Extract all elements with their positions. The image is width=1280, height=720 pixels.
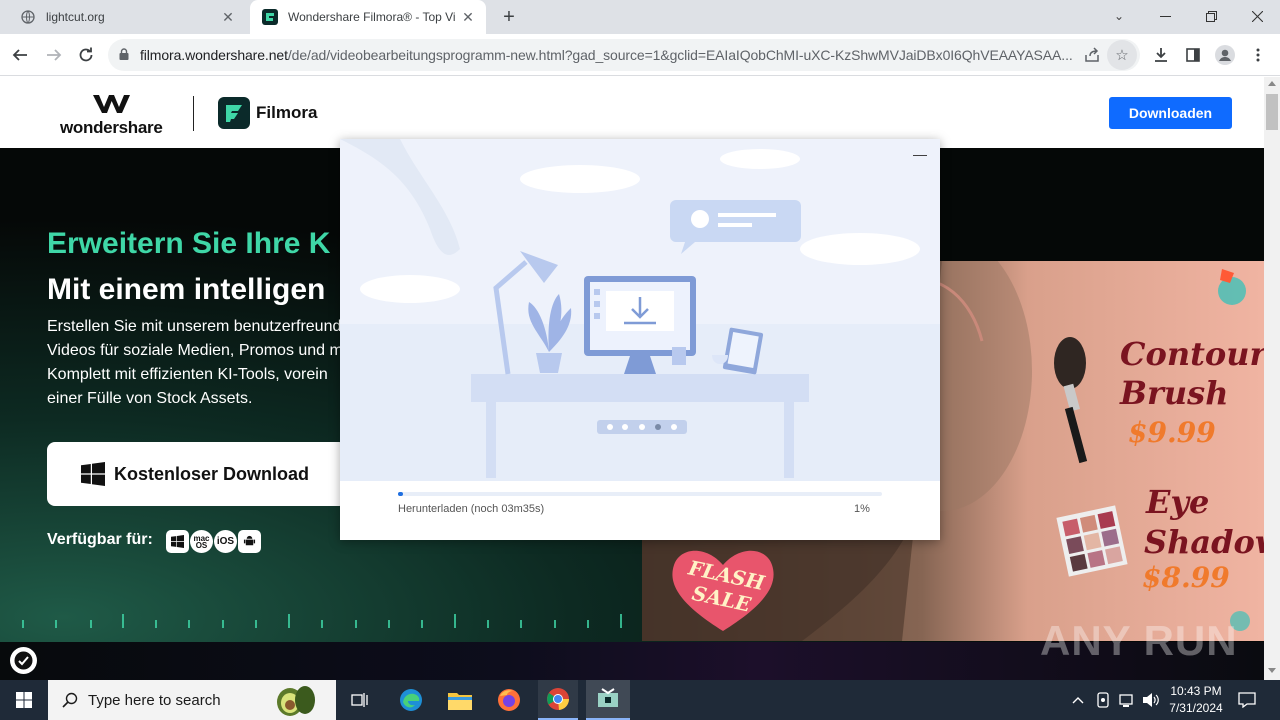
ad-eye-label: Eye <box>1146 483 1210 521</box>
url-text: filmora.wondershare.net/de/ad/videobearb… <box>140 47 1077 63</box>
hero-heading-white: Mit einem intelligen <box>47 273 326 306</box>
back-icon[interactable] <box>6 41 34 69</box>
download-status-text: Herunterladen (noch 03m35s) <box>398 503 545 515</box>
filmora-logo[interactable]: Filmora <box>218 97 317 129</box>
tab-lightcut[interactable]: lightcut.org ✕ <box>8 0 246 34</box>
platform-icons: mac OS iOS <box>166 530 261 553</box>
scroll-down-icon[interactable] <box>1268 668 1276 673</box>
url-host: filmora.wondershare.net <box>140 47 288 63</box>
header-download-button[interactable]: Downloaden <box>1109 97 1232 129</box>
taskbar-clock[interactable]: 10:43 PM 7/31/2024 <box>1166 683 1226 717</box>
macos-icon[interactable]: mac OS <box>190 530 213 553</box>
windows-logo-icon <box>81 462 105 486</box>
url-path: /de/ad/videobearbeitungsprogramm-new.htm… <box>287 47 1073 63</box>
wondershare-logo-icon <box>93 95 130 113</box>
tab-strip: lightcut.org ✕ Wondershare Filmora® - To… <box>0 0 1280 34</box>
ad-contour-label: Contour <box>1120 335 1264 373</box>
hero-body-line: Videos für soziale Medien, Promos und m <box>47 342 343 359</box>
globe-icon <box>20 9 36 25</box>
progress-fill <box>398 492 403 496</box>
search-placeholder: Type here to search <box>88 691 221 709</box>
menu-kebab-icon[interactable] <box>1244 41 1272 69</box>
notification-center-icon[interactable] <box>1234 680 1260 720</box>
hero-heading-green: Erweitern Sie Ihre K <box>47 227 331 260</box>
hero-body-line: Erstellen Sie mit unserem benutzerfreund <box>47 318 342 335</box>
ad-shadow-label: Shadow <box>1144 523 1264 561</box>
ad-shadow-price: $8.99 <box>1142 561 1230 594</box>
ad-brush-price: $9.99 <box>1128 416 1216 449</box>
header-divider <box>193 96 194 131</box>
page-scrollbar[interactable] <box>1264 77 1280 680</box>
close-window-icon[interactable] <box>1234 0 1280 32</box>
profile-avatar-icon[interactable] <box>1211 41 1239 69</box>
free-download-label: Kostenloser Download <box>114 463 310 484</box>
web-page: wondershare Filmora Downloaden Erweitern… <box>0 77 1264 680</box>
wondershare-wordmark: wondershare <box>60 118 163 137</box>
watermark-text: ANY RUN <box>1040 617 1238 664</box>
android-icon[interactable] <box>238 530 261 553</box>
downloads-icon[interactable] <box>1147 41 1175 69</box>
new-tab-icon[interactable]: + <box>498 6 520 28</box>
tab-title: lightcut.org <box>46 10 105 24</box>
lock-icon[interactable] <box>108 47 140 63</box>
start-button-icon[interactable] <box>0 680 48 720</box>
installer-dialog: — Herunterladen (noch 03m35s) 1% <box>340 139 940 540</box>
available-for-label: Verfügbar für: <box>47 531 153 548</box>
tab-search-icon[interactable]: ⌄ <box>1096 0 1142 32</box>
scroll-up-icon[interactable] <box>1268 81 1276 86</box>
browser-toolbar: filmora.wondershare.net/de/ad/videobearb… <box>0 34 1280 76</box>
ad-brush-label: Brush <box>1120 374 1229 412</box>
tab-filmora[interactable]: Wondershare Filmora® - Top Vi ✕ <box>250 0 486 34</box>
network-icon[interactable] <box>1116 680 1138 720</box>
address-bar[interactable]: filmora.wondershare.net/de/ad/videobearb… <box>108 39 1140 71</box>
filmora-wordmark: Filmora <box>256 103 318 122</box>
firefox-icon[interactable] <box>490 680 528 720</box>
makeup-brush-icon <box>1054 337 1088 464</box>
clock-date: 7/31/2024 <box>1169 701 1223 715</box>
windows-icon[interactable] <box>166 530 189 553</box>
scroll-thumb[interactable] <box>1266 94 1278 130</box>
progress-bar <box>398 492 882 496</box>
chrome-icon[interactable] <box>538 680 578 720</box>
bookmark-star-icon[interactable]: ☆ <box>1107 40 1137 70</box>
site-header: wondershare Filmora Downloaden <box>0 77 1264 148</box>
hero-body-line: Komplett mit effizienten KI-Tools, vorei… <box>47 366 328 383</box>
close-tab-icon[interactable]: ✕ <box>460 9 476 25</box>
edge-browser-icon[interactable] <box>392 680 430 720</box>
avocado-search-highlight-icon <box>277 686 315 716</box>
close-tab-icon[interactable]: ✕ <box>220 9 236 25</box>
download-percent-text: 1% <box>854 503 870 515</box>
file-explorer-icon[interactable] <box>441 680 479 720</box>
eyeshadow-palette-icon <box>1056 505 1128 577</box>
clock-time: 10:43 PM <box>1170 684 1222 698</box>
filmora-installer-taskbar-icon[interactable] <box>586 680 630 720</box>
windows-taskbar: Type here to search 10:43 PM 7/31/2024 <box>0 680 1280 720</box>
task-view-icon[interactable] <box>342 680 378 720</box>
tray-overflow-icon[interactable] <box>1068 680 1088 720</box>
reload-icon[interactable] <box>72 41 100 69</box>
anyrun-watermark: ANY RUN <box>1040 617 1238 665</box>
volume-icon[interactable] <box>1140 680 1162 720</box>
hero-body-line: einer Fülle von Stock Assets. <box>47 390 253 407</box>
forward-icon[interactable] <box>40 41 68 69</box>
audio-waveform-decoration <box>22 614 622 628</box>
download-illustration <box>340 139 940 481</box>
side-panel-icon[interactable] <box>1179 41 1207 69</box>
taskbar-search[interactable]: Type here to search <box>48 680 336 720</box>
search-icon <box>62 692 78 708</box>
filmora-logo-icon <box>218 97 250 129</box>
share-icon[interactable] <box>1077 40 1107 70</box>
ios-icon[interactable]: iOS <box>214 530 237 553</box>
wondershare-logo[interactable]: wondershare <box>60 91 170 139</box>
minimize-window-icon[interactable] <box>1142 0 1188 32</box>
meet-now-icon[interactable] <box>1092 680 1114 720</box>
security-check-icon[interactable] <box>10 647 37 674</box>
filmora-favicon-icon <box>262 9 278 25</box>
restore-window-icon[interactable] <box>1188 0 1234 32</box>
free-download-button[interactable]: Kostenloser Download <box>47 442 347 506</box>
tab-title: Wondershare Filmora® - Top Vi <box>288 10 456 24</box>
